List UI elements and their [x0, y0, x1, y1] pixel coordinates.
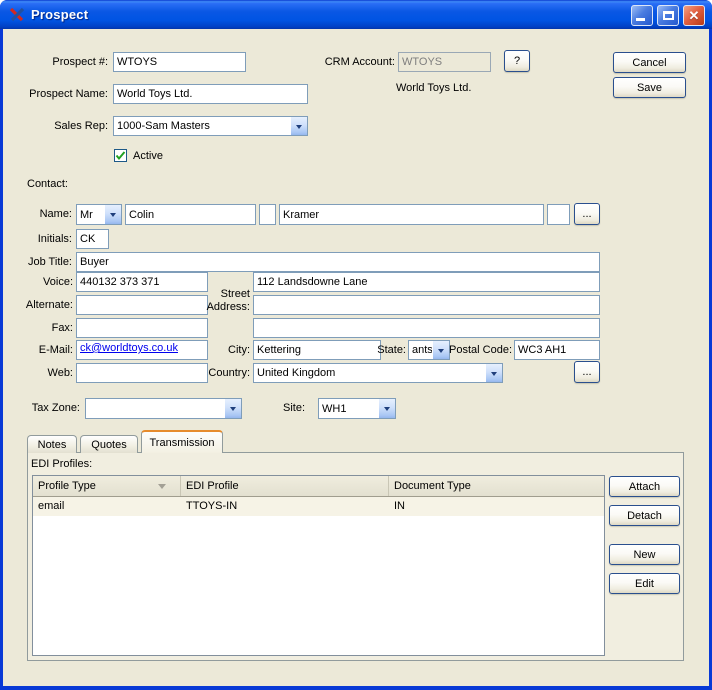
web-input[interactable]: [76, 363, 208, 383]
column-header-document-type[interactable]: Document Type: [389, 476, 604, 496]
close-button[interactable]: ✕: [683, 5, 705, 26]
tax-zone-select[interactable]: [85, 398, 242, 419]
sales-rep-select[interactable]: 1000-Sam Masters: [113, 116, 308, 136]
cell-document-type: IN: [394, 500, 405, 512]
cell-profile-type: email: [38, 500, 65, 512]
fax-input[interactable]: [76, 318, 208, 338]
column-header-profile-type[interactable]: Profile Type: [33, 476, 181, 496]
prospect-number-input[interactable]: [113, 52, 246, 72]
cell-edi-profile: TTOYS-IN: [186, 500, 238, 512]
street-address-label: Street Address:: [206, 288, 250, 313]
app-icon[interactable]: [9, 6, 26, 23]
state-select[interactable]: ants: [408, 340, 450, 360]
save-button[interactable]: Save: [613, 77, 686, 98]
dropdown-arrow-icon: [485, 364, 502, 382]
new-button[interactable]: New: [609, 544, 680, 565]
tax-zone-label: Tax Zone:: [31, 402, 80, 414]
middle-name-input[interactable]: [259, 204, 276, 225]
city-label: City:: [228, 344, 250, 356]
prospect-name-label: Prospect Name:: [29, 88, 108, 100]
initials-input[interactable]: [76, 229, 109, 249]
attach-button[interactable]: Attach: [609, 476, 680, 497]
maximize-button[interactable]: [657, 5, 679, 26]
maximize-icon: [662, 11, 674, 20]
voice-label: Voice:: [43, 276, 73, 288]
table-row[interactable]: email TTOYS-IN IN: [33, 497, 604, 516]
site-label: Site:: [283, 402, 306, 414]
address-line3-input[interactable]: [253, 318, 600, 338]
detach-button[interactable]: Detach: [609, 505, 680, 526]
address-line1-input[interactable]: [253, 272, 600, 292]
country-label: Country:: [208, 367, 250, 379]
window-title: Prospect: [31, 7, 89, 22]
crm-account-input: [398, 52, 491, 72]
country-search-button[interactable]: ...: [574, 361, 600, 383]
job-title-label: Job Title:: [27, 256, 72, 268]
suffix-input[interactable]: [547, 204, 570, 225]
web-label: Web:: [47, 367, 73, 379]
dropdown-arrow-icon: [378, 399, 395, 418]
prospect-window: Prospect ✕ Prospect #: CRM Account: ? Wo…: [0, 0, 712, 690]
crm-account-label: CRM Account:: [324, 56, 395, 68]
edi-profiles-table: Profile Type EDI Profile Document Type e…: [32, 475, 605, 656]
column-header-edi-profile[interactable]: EDI Profile: [181, 476, 389, 496]
minimize-button[interactable]: [631, 5, 653, 26]
cancel-button[interactable]: Cancel: [613, 52, 686, 73]
prospect-name-input[interactable]: [113, 84, 308, 104]
crm-account-name-text: World Toys Ltd.: [396, 82, 472, 94]
edit-button[interactable]: Edit: [609, 573, 680, 594]
sales-rep-label: Sales Rep:: [54, 120, 108, 132]
edi-profiles-label: EDI Profiles:: [31, 458, 93, 470]
sort-descending-icon: [158, 484, 166, 493]
tab-transmission[interactable]: Transmission: [141, 430, 223, 453]
email-link[interactable]: ck@worldtoys.co.uk: [80, 342, 178, 354]
check-icon: [115, 151, 126, 161]
titlebar[interactable]: Prospect ✕: [0, 0, 712, 29]
alternate-input[interactable]: [76, 295, 208, 315]
postal-code-label: Postal Code:: [449, 344, 512, 356]
tab-notes[interactable]: Notes: [27, 435, 77, 453]
fax-label: Fax:: [51, 322, 73, 334]
dropdown-arrow-icon: [224, 399, 241, 418]
alternate-label: Alternate:: [25, 299, 73, 311]
site-select[interactable]: WH1: [318, 398, 396, 419]
postal-code-input[interactable]: [514, 340, 600, 360]
dropdown-arrow-icon: [104, 205, 121, 224]
honorific-select[interactable]: Mr: [76, 204, 122, 225]
prospect-number-label: Prospect #:: [52, 56, 108, 68]
last-name-input[interactable]: [279, 204, 544, 225]
state-label: State:: [377, 344, 406, 356]
city-input[interactable]: [253, 340, 381, 360]
crm-account-help-button[interactable]: ?: [504, 50, 530, 72]
country-select[interactable]: United Kingdom: [253, 363, 503, 383]
close-icon: ✕: [688, 8, 700, 23]
job-title-input[interactable]: [76, 252, 600, 272]
dropdown-arrow-icon: [290, 117, 307, 135]
address-line2-input[interactable]: [253, 295, 600, 315]
tab-quotes[interactable]: Quotes: [80, 435, 138, 453]
first-name-input[interactable]: [125, 204, 256, 225]
minimize-icon: [636, 18, 645, 21]
voice-input[interactable]: [76, 272, 208, 292]
active-checkbox[interactable]: [114, 149, 127, 162]
contact-name-label: Name:: [39, 208, 72, 220]
email-label: E-Mail:: [38, 344, 73, 356]
contact-section-label: Contact:: [27, 178, 68, 190]
dropdown-arrow-icon: [432, 341, 449, 359]
initials-label: Initials:: [37, 233, 72, 245]
table-header-row: Profile Type EDI Profile Document Type: [33, 476, 604, 497]
active-label: Active: [133, 150, 163, 162]
contact-search-button[interactable]: ...: [574, 203, 600, 225]
email-input[interactable]: ck@worldtoys.co.uk: [76, 340, 208, 360]
